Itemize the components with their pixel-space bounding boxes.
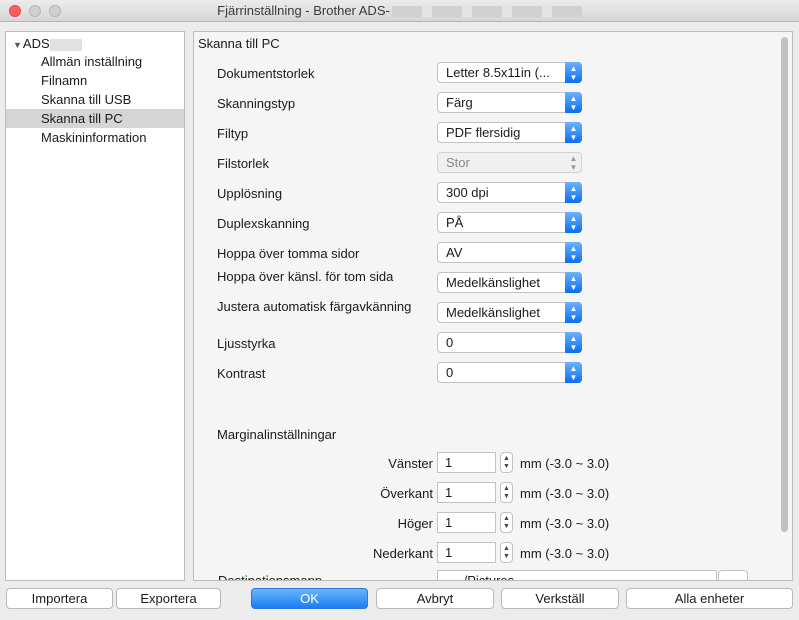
margin-left-stepper[interactable]: ▲ ▼: [500, 452, 513, 473]
import-button[interactable]: Importera: [6, 588, 113, 609]
browse-folder-button[interactable]: ...: [718, 570, 748, 580]
chevron-updown-icon: ▲ ▼: [565, 242, 582, 263]
file-size-value: Stor: [446, 155, 470, 170]
scan-type-value: Färg: [446, 95, 473, 110]
sidebar-item-machine-info[interactable]: Maskininformation: [6, 128, 184, 147]
window-title: Fjärrinställning - Brother ADS-: [0, 3, 799, 18]
margin-right-input[interactable]: 1: [437, 512, 496, 533]
document-size-value: Letter 8.5x11in (...: [446, 65, 550, 80]
margin-left-range: mm (-3.0 ~ 3.0): [520, 456, 610, 471]
file-size-label: Filstorlek: [217, 156, 270, 171]
margin-right-label: Höger: [397, 516, 433, 531]
file-type-label: Filtyp: [217, 126, 249, 141]
duplex-scan-select[interactable]: PÅ ▲ ▼: [437, 212, 582, 233]
margin-left-input[interactable]: 1: [437, 452, 496, 473]
margin-top-label: Överkant: [380, 486, 433, 501]
tree-root-label: ADS: [22, 36, 50, 51]
scrollbar-thumb[interactable]: [781, 37, 788, 532]
brightness-select[interactable]: 0 ▲ ▼: [437, 332, 582, 353]
resolution-value: 300 dpi: [446, 185, 489, 200]
ok-button[interactable]: OK: [251, 588, 368, 609]
document-size-label: Dokumentstorlek: [217, 66, 315, 81]
auto-color-detect-label: Justera automatisk färgavkänning: [217, 299, 412, 314]
tree-root-device[interactable]: ▼ADS: [13, 36, 82, 51]
scan-type-select[interactable]: Färg ▲ ▼: [437, 92, 582, 113]
redacted-device-name: [49, 38, 82, 51]
vertical-scrollbar[interactable]: [778, 33, 791, 579]
contrast-value: 0: [446, 365, 454, 380]
margin-left-label: Vänster: [388, 456, 433, 471]
sidebar-item-scan-to-usb[interactable]: Skanna till USB: [6, 90, 184, 109]
margin-bottom-range: mm (-3.0 ~ 3.0): [520, 546, 610, 561]
all-units-button[interactable]: Alla enheter: [626, 588, 793, 609]
margin-top-range: mm (-3.0 ~ 3.0): [520, 486, 610, 501]
chevron-updown-icon: ▲ ▼: [565, 212, 582, 233]
chevron-updown-icon: ▲ ▼: [565, 302, 582, 323]
margin-top-input[interactable]: 1: [437, 482, 496, 503]
contrast-select[interactable]: 0 ▲ ▼: [437, 362, 582, 383]
brightness-label: Ljusstyrka: [217, 336, 276, 351]
chevron-updown-icon: ▲ ▼: [565, 362, 582, 383]
chevron-updown-icon: ▲ ▼: [565, 122, 582, 143]
blank-page-sensitivity-select[interactable]: Medelkänslighet ▲ ▼: [437, 272, 582, 293]
auto-color-detect-select[interactable]: Medelkänslighet ▲ ▼: [437, 302, 582, 323]
settings-panel: Skanna till PC Dokumentstorlek Letter 8.…: [193, 31, 793, 581]
panel-title: Skanna till PC: [198, 36, 280, 51]
brightness-value: 0: [446, 335, 454, 350]
chevron-updown-icon: ▲ ▼: [569, 154, 578, 172]
export-button[interactable]: Exportera: [116, 588, 221, 609]
resolution-select[interactable]: 300 dpi ▲ ▼: [437, 182, 582, 203]
skip-blank-page-label: Hoppa över tomma sidor: [217, 246, 360, 261]
cancel-button[interactable]: Avbryt: [376, 588, 494, 609]
contrast-label: Kontrast: [217, 366, 266, 381]
chevron-updown-icon: ▲ ▼: [565, 182, 582, 203]
skip-blank-page-select[interactable]: AV ▲ ▼: [437, 242, 582, 263]
chevron-updown-icon: ▲ ▼: [565, 62, 582, 83]
file-type-select[interactable]: PDF flersidig ▲ ▼: [437, 122, 582, 143]
margin-settings-heading: Marginalinställningar: [217, 427, 337, 442]
margin-top-stepper[interactable]: ▲ ▼: [500, 482, 513, 503]
duplex-scan-value: PÅ: [446, 215, 464, 230]
skip-blank-page-value: AV: [446, 245, 463, 260]
destination-folder-label: Destinationsmapp: [218, 573, 323, 581]
chevron-updown-icon: ▲ ▼: [565, 272, 582, 293]
destination-folder-input[interactable]: ~/Pictures: [437, 570, 717, 580]
window-title-text: Fjärrinställning - Brother ADS-: [217, 3, 390, 18]
chevron-updown-icon: ▲ ▼: [565, 332, 582, 353]
scan-type-label: Skanningstyp: [217, 96, 296, 111]
apply-button[interactable]: Verkställ: [501, 588, 619, 609]
sidebar-item-general-settings[interactable]: Allmän inställning: [6, 52, 184, 71]
margin-bottom-stepper[interactable]: ▲ ▼: [500, 542, 513, 563]
disclosure-triangle-icon[interactable]: ▼: [13, 40, 22, 50]
margin-right-range: mm (-3.0 ~ 3.0): [520, 516, 610, 531]
margin-right-stepper[interactable]: ▲ ▼: [500, 512, 513, 533]
resolution-label: Upplösning: [217, 186, 283, 201]
sidebar-item-file-name[interactable]: Filnamn: [6, 71, 184, 90]
document-size-select[interactable]: Letter 8.5x11in (... ▲ ▼: [437, 62, 582, 83]
redacted-model-name: [391, 6, 582, 18]
file-type-value: PDF flersidig: [446, 125, 521, 140]
title-bar: Fjärrinställning - Brother ADS-: [0, 0, 799, 22]
duplex-scan-label: Duplexskanning: [217, 216, 310, 231]
margin-bottom-input[interactable]: 1: [437, 542, 496, 563]
settings-tree: ▼ADS Allmän inställning Filnamn Skanna t…: [5, 31, 185, 581]
auto-color-detect-value: Medelkänslighet: [446, 305, 540, 320]
sidebar-item-scan-to-pc[interactable]: Skanna till PC: [6, 109, 184, 128]
blank-page-sensitivity-value: Medelkänslighet: [446, 275, 540, 290]
margin-bottom-label: Nederkant: [373, 546, 433, 561]
file-size-select: Stor ▲ ▼: [437, 152, 582, 173]
chevron-updown-icon: ▲ ▼: [565, 92, 582, 113]
blank-page-sensitivity-label: Hoppa över känsl. för tom sida: [217, 269, 394, 284]
